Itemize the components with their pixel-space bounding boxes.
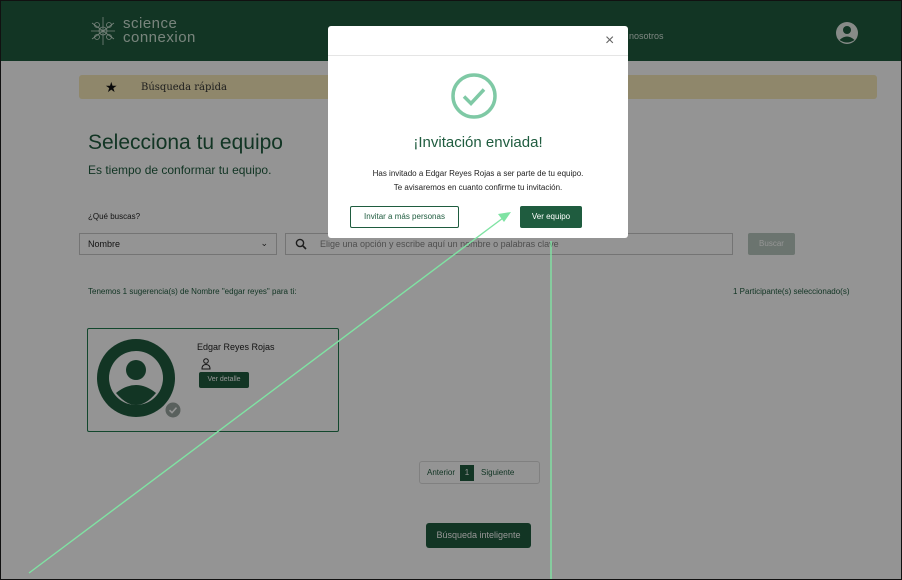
view-team-button[interactable]: Ver equipo [520, 206, 582, 228]
modal-message-line-2: Te avisaremos en cuanto confirme tu invi… [393, 183, 563, 192]
invite-more-button[interactable]: Invitar a más personas [350, 206, 459, 228]
modal-header-divider [328, 55, 628, 56]
modal-title: ¡Invitación enviada! [413, 134, 543, 151]
modal-message-line-1: Has invitado a Edgar Reyes Rojas a ser p… [372, 169, 584, 178]
success-check-icon [451, 73, 497, 119]
invitation-modal: × ¡Invitación enviada! Has invitado a Ed… [328, 26, 628, 238]
app-window: science connexion nosotros ★ Búsqueda rá… [0, 0, 902, 580]
close-icon[interactable]: × [605, 32, 614, 50]
